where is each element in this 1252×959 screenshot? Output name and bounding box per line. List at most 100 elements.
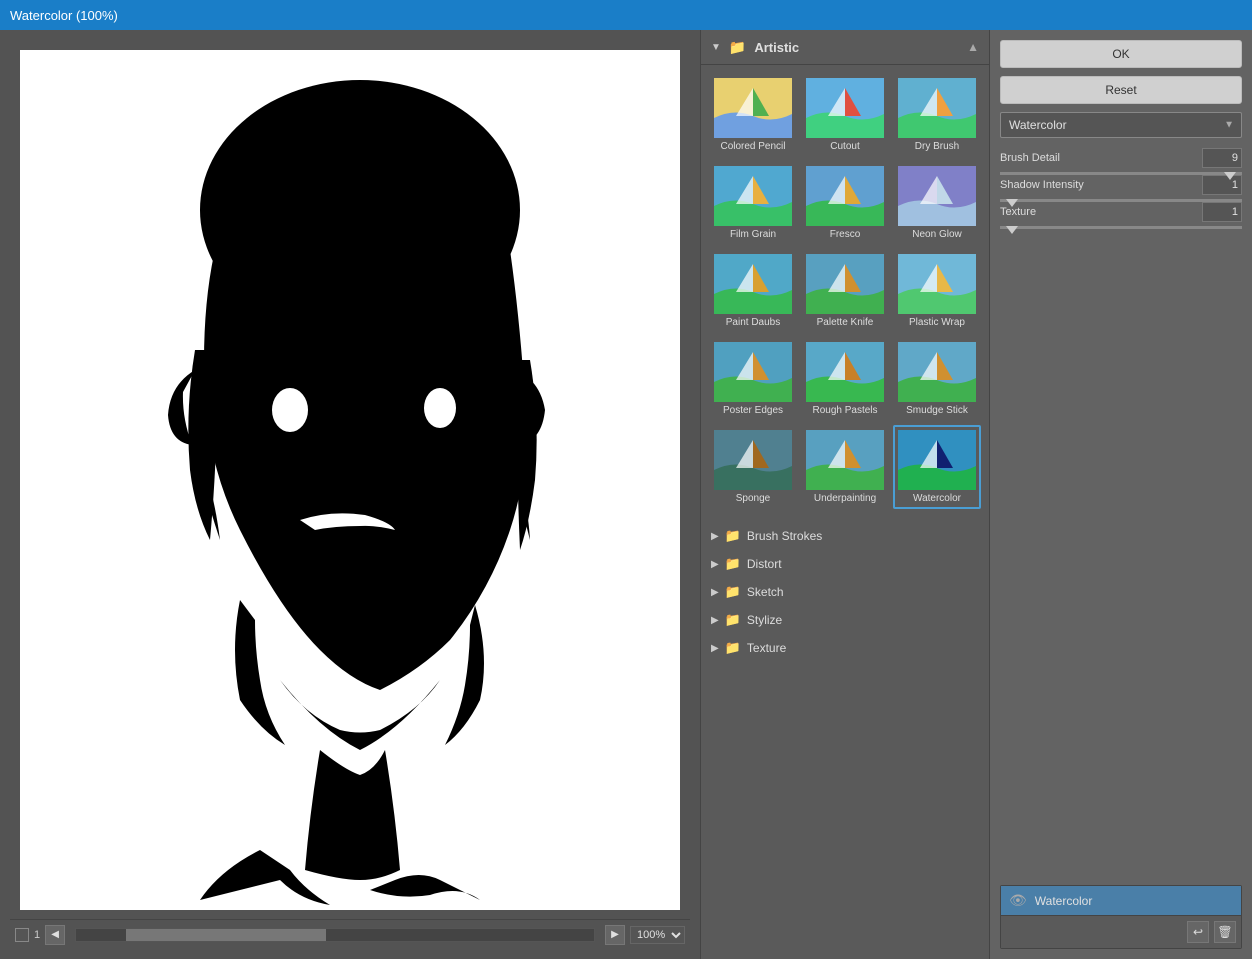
filter-thumb-cutout (806, 78, 884, 138)
filter-item-dry-brush[interactable]: Dry Brush (893, 73, 981, 157)
filter-thumb-watercolor (898, 430, 976, 490)
zoom-select[interactable]: 100% 25% 50% 75% 150% 200% (630, 926, 685, 944)
filter-label-colored-pencil: Colored Pencil (720, 141, 785, 152)
filter-panel-header: ▼ 📁 Artistic ▲ (701, 30, 989, 65)
filter-item-palette-knife[interactable]: Palette Knife (801, 249, 889, 333)
filter-item-cutout[interactable]: Cutout (801, 73, 889, 157)
filter-label-plastic-wrap: Plastic Wrap (909, 317, 965, 328)
cat-arrow-icon: ▶ (711, 615, 719, 626)
slider-label: Shadow Intensity (1000, 179, 1100, 191)
filter-label-smudge-stick: Smudge Stick (906, 405, 968, 416)
filter-item-watercolor[interactable]: Watercolor (893, 425, 981, 509)
filter-item-smudge-stick[interactable]: Smudge Stick (893, 337, 981, 421)
filter-panel: ▼ 📁 Artistic ▲ Colored Pencil Cutout Dry B… (700, 30, 990, 959)
filter-item-neon-glow[interactable]: Neon Glow (893, 161, 981, 245)
slider-value[interactable]: 1 (1202, 202, 1242, 222)
panel-icon-btn-2[interactable]: 🗑 (1214, 921, 1236, 943)
filter-thumb-film-grain (714, 166, 792, 226)
cat-arrow-icon: ▶ (711, 587, 719, 598)
category-item-distort[interactable]: ▶ 📁 Distort (701, 550, 989, 578)
slider-thumb[interactable] (1006, 226, 1018, 234)
zoom-display: 100% 25% 50% 75% 150% 200% (630, 926, 685, 944)
cat-folder-icon: 📁 (725, 528, 741, 544)
scroll-left-button[interactable]: ◀ (45, 925, 65, 945)
slider-thumb[interactable] (1224, 172, 1236, 180)
layer-item: 👁 Watercolor (1001, 886, 1241, 915)
filter-label-neon-glow: Neon Glow (912, 229, 961, 240)
filter-thumb-plastic-wrap (898, 254, 976, 314)
filter-thumb-palette-knife (806, 254, 884, 314)
scroll-right-button[interactable]: ▶ (605, 925, 625, 945)
reset-button[interactable]: Reset (1000, 76, 1242, 104)
cat-arrow-icon: ▶ (711, 643, 719, 654)
filter-label-cutout: Cutout (830, 141, 859, 152)
canvas (20, 50, 680, 910)
filter-item-fresco[interactable]: Fresco (801, 161, 889, 245)
filter-label-sponge: Sponge (736, 493, 770, 504)
filter-item-poster-edges[interactable]: Poster Edges (709, 337, 797, 421)
filter-item-film-grain[interactable]: Film Grain (709, 161, 797, 245)
cat-folder-icon: 📁 (725, 640, 741, 656)
cat-label-brush-strokes: Brush Strokes (747, 529, 822, 543)
filter-item-plastic-wrap[interactable]: Plastic Wrap (893, 249, 981, 333)
cat-folder-icon: 📁 (725, 612, 741, 628)
filter-thumb-smudge-stick (898, 342, 976, 402)
cat-folder-icon: 📁 (725, 556, 741, 572)
canvas-image (20, 50, 680, 910)
filter-item-sponge[interactable]: Sponge (709, 425, 797, 509)
ok-button[interactable]: OK (1000, 40, 1242, 68)
scrollbar-thumb[interactable] (126, 929, 326, 941)
filter-grid: Colored Pencil Cutout Dry Brush Film GrainF… (701, 65, 989, 517)
right-panel: OK Reset WatercolorDry BrushColored Penc… (990, 30, 1252, 959)
category-item-stylize[interactable]: ▶ 📁 Stylize (701, 606, 989, 634)
category-list: ▶ 📁 Brush Strokes ▶ 📁 Distort ▶ 📁 Sketch ▶ 📁 Styliz… (701, 517, 989, 959)
filter-thumb-neon-glow (898, 166, 976, 226)
filter-item-colored-pencil[interactable]: Colored Pencil (709, 73, 797, 157)
cat-label-distort: Distort (747, 557, 782, 571)
category-item-brush-strokes[interactable]: ▶ 📁 Brush Strokes (701, 522, 989, 550)
filter-dropdown[interactable]: WatercolorDry BrushColored PencilCutoutF… (1000, 112, 1242, 138)
category-item-sketch[interactable]: ▶ 📁 Sketch (701, 578, 989, 606)
page-checkbox[interactable] (15, 928, 29, 942)
slider-label: Brush Detail (1000, 152, 1100, 164)
params-section: WatercolorDry BrushColored PencilCutoutF… (1000, 112, 1242, 229)
slider-label: Texture (1000, 206, 1100, 218)
collapse-arrow-icon[interactable]: ▼ (711, 42, 721, 53)
filter-thumb-underpainting (806, 430, 884, 490)
cat-label-texture: Texture (747, 641, 786, 655)
filter-thumb-dry-brush (898, 78, 976, 138)
cat-arrow-icon: ▶ (711, 531, 719, 542)
slider-value[interactable]: 9 (1202, 148, 1242, 168)
panel-expand-icon[interactable]: ▲ (967, 40, 979, 54)
filter-item-underpainting[interactable]: Underpainting (801, 425, 889, 509)
eye-icon[interactable]: 👁 (1009, 892, 1027, 909)
layers-panel: 👁 Watercolor ↩ 🗑 (1000, 885, 1242, 949)
filter-thumb-poster-edges (714, 342, 792, 402)
panel-bottom: ↩ 🗑 (1001, 915, 1241, 948)
slider-row-shadow-intensity: Shadow Intensity 1 (1000, 175, 1242, 202)
filter-item-rough-pastels[interactable]: Rough Pastels (801, 337, 889, 421)
slider-thumb[interactable] (1006, 199, 1018, 207)
scrollbar-track[interactable] (75, 928, 595, 942)
sliders-container: Brush Detail 9 Shadow Intensity 1 Texture 1 (1000, 148, 1242, 229)
cat-label-sketch: Sketch (747, 585, 784, 599)
slider-value[interactable]: 1 (1202, 175, 1242, 195)
filter-thumb-colored-pencil (714, 78, 792, 138)
bottom-bar: 1 ◀ ▶ 100% 25% 50% 75% 150% 200% (10, 919, 690, 949)
filter-label-watercolor: Watercolor (913, 493, 961, 504)
canvas-wrapper (10, 40, 690, 919)
category-item-texture[interactable]: ▶ 📁 Texture (701, 634, 989, 662)
filter-label-poster-edges: Poster Edges (723, 405, 783, 416)
filter-label-underpainting: Underpainting (814, 493, 876, 504)
filter-item-paint-daubs[interactable]: Paint Daubs (709, 249, 797, 333)
filter-label-dry-brush: Dry Brush (915, 141, 959, 152)
title-bar: Watercolor (100%) (0, 0, 1252, 30)
filter-label-palette-knife: Palette Knife (817, 317, 874, 328)
cat-arrow-icon: ▶ (711, 559, 719, 570)
filter-thumb-sponge (714, 430, 792, 490)
cat-folder-icon: 📁 (725, 584, 741, 600)
filter-thumb-fresco (806, 166, 884, 226)
panel-icon-btn-1[interactable]: ↩ (1187, 921, 1209, 943)
cat-label-stylize: Stylize (747, 613, 782, 627)
page-number: 1 (34, 929, 40, 941)
